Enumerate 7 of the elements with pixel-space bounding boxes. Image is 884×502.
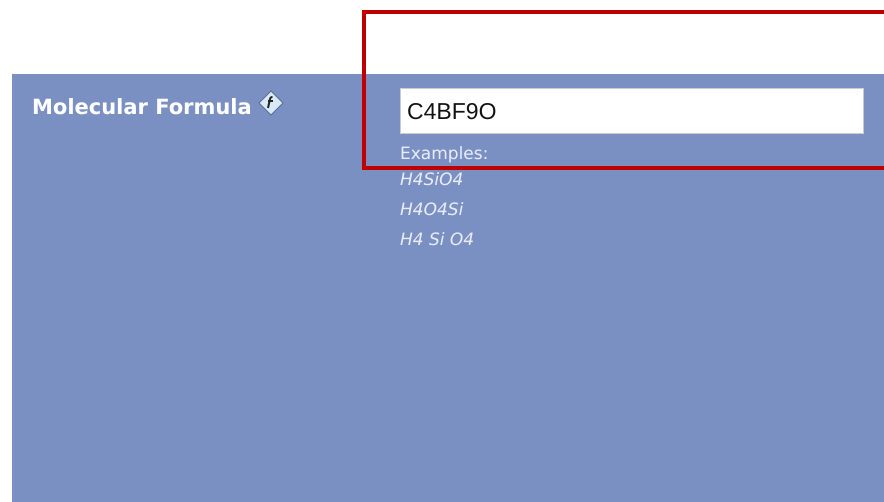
formula-input[interactable]: C4BF9O [400,88,864,134]
example-text: H4O4Si [400,199,464,222]
examples-heading: Examples: [400,143,490,165]
info-icon[interactable] [258,90,284,116]
field-label: Molecular Formula [32,95,252,119]
example-text: H4 Si O4 [400,229,476,252]
example-text: H4SiO4 [400,169,464,192]
